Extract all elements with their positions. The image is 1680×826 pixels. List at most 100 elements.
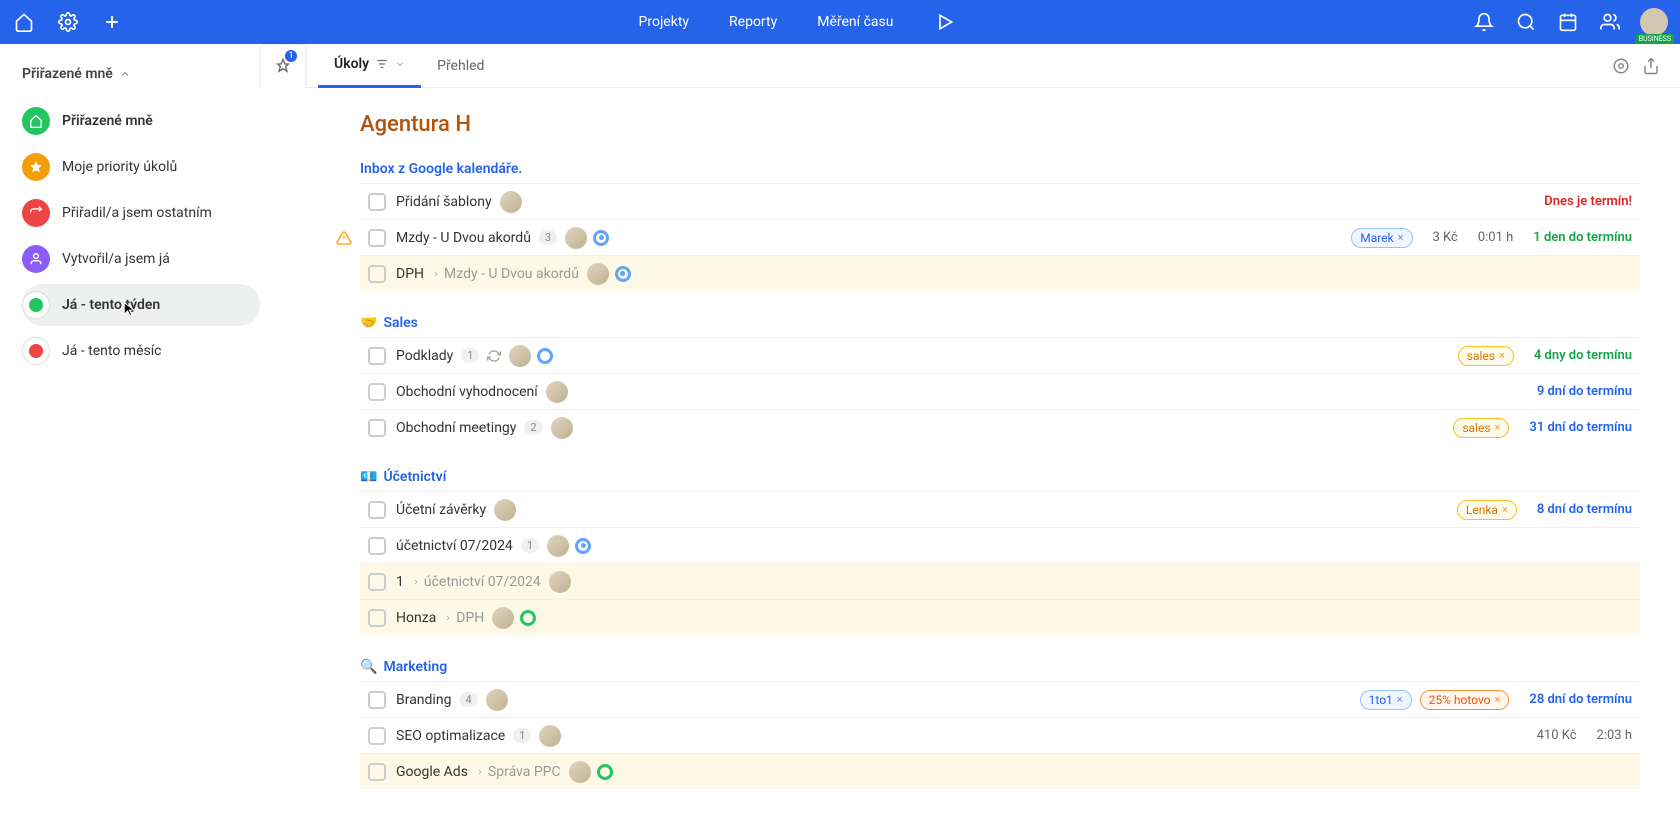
- task-checkbox[interactable]: [368, 347, 386, 365]
- assignee-avatar[interactable]: [494, 499, 516, 521]
- play-icon[interactable]: [933, 10, 957, 34]
- task-row[interactable]: 1účetnictví 07/2024: [360, 563, 1640, 599]
- assignee-avatar[interactable]: [546, 381, 568, 403]
- nav-projekty[interactable]: Projekty: [639, 14, 690, 30]
- sidebar-item-priorities[interactable]: Moje priority úkolů: [22, 146, 260, 188]
- user-avatar[interactable]: BUSINESS: [1640, 8, 1668, 36]
- tag[interactable]: sales×: [1458, 346, 1514, 366]
- task-checkbox[interactable]: [368, 573, 386, 591]
- section-header[interactable]: 🤝Sales: [360, 315, 1640, 331]
- tag[interactable]: 1to1×: [1360, 690, 1412, 710]
- task-checkbox[interactable]: [368, 501, 386, 519]
- assignee-avatar[interactable]: [547, 535, 569, 557]
- task-checkbox[interactable]: [368, 193, 386, 211]
- assignee-avatar[interactable]: [551, 417, 573, 439]
- sidebar-item-delegated[interactable]: Přiřadil/a jsem ostatním: [22, 192, 260, 234]
- task-checkbox[interactable]: [368, 727, 386, 745]
- assignee-avatar[interactable]: [500, 191, 522, 213]
- task-row[interactable]: Podklady 1 sales× 4 dny do termínu: [360, 337, 1640, 373]
- search-icon[interactable]: [1514, 10, 1538, 34]
- task-name: Obchodní vyhodnocení: [396, 384, 538, 400]
- gear-icon[interactable]: [56, 10, 80, 34]
- assignee-avatar[interactable]: [509, 345, 531, 367]
- calendar-icon[interactable]: [1556, 10, 1580, 34]
- task-row[interactable]: Mzdy - U Dvou akordů3Marek×3 Kč0:01 h1 d…: [360, 219, 1640, 255]
- pin-tab[interactable]: 1: [260, 44, 306, 88]
- task-due: 4 dny do termínu: [1534, 348, 1632, 363]
- sidebar-item-assigned[interactable]: Přiřazené mně: [22, 100, 260, 142]
- task-row[interactable]: HonzaDPH: [360, 599, 1640, 635]
- task-row[interactable]: Účetní závěrkyLenka×8 dní do termínu: [360, 491, 1640, 527]
- assignee-avatar[interactable]: [539, 725, 561, 747]
- sidebar-item-label: Já - tento měsíc: [62, 343, 162, 359]
- task-name: Podklady: [396, 348, 453, 364]
- assignee-avatar[interactable]: [492, 607, 514, 629]
- task-row[interactable]: Obchodní meetingy2sales×31 dní do termín…: [360, 409, 1640, 445]
- tab-ukoly[interactable]: Úkoly: [318, 44, 421, 88]
- subtask-count: 3: [539, 230, 557, 245]
- sidebar-item-label: Já - tento týden: [62, 297, 160, 313]
- assignee-avatar[interactable]: [565, 227, 587, 249]
- task-checkbox[interactable]: [368, 691, 386, 709]
- task-checkbox[interactable]: [368, 229, 386, 247]
- users-icon[interactable]: [1598, 10, 1622, 34]
- tag[interactable]: Marek×: [1351, 228, 1412, 248]
- task-name: Honza: [396, 610, 436, 626]
- sidebar-item-month[interactable]: Já - tento měsíc: [22, 330, 260, 372]
- task-row[interactable]: Branding41to1×25% hotovo×28 dní do termí…: [360, 681, 1640, 717]
- bell-icon[interactable]: [1472, 10, 1496, 34]
- section-header[interactable]: 💶Účetnictví: [360, 469, 1640, 485]
- task-breadcrumb: Mzdy - U Dvou akordů: [432, 266, 579, 282]
- status-ring-dot-icon: [575, 538, 591, 554]
- task-row[interactable]: Google AdsSpráva PPC: [360, 753, 1640, 789]
- home-icon[interactable]: [12, 10, 36, 34]
- task-row[interactable]: DPHMzdy - U Dvou akordů: [360, 255, 1640, 291]
- tag[interactable]: 25% hotovo×: [1420, 690, 1510, 710]
- chevron-down-icon: [395, 59, 405, 69]
- task-checkbox[interactable]: [368, 609, 386, 627]
- assignee-avatar[interactable]: [549, 571, 571, 593]
- task-list: Agentura H Inbox z Google kalendáře.Přid…: [260, 88, 1680, 826]
- task-name: Google Ads: [396, 764, 468, 780]
- sidebar-item-created[interactable]: Vytvořil/a jsem já: [22, 238, 260, 280]
- sidebar-header[interactable]: Přiřazené mně: [22, 66, 260, 82]
- status-ring-icon: [597, 764, 613, 780]
- task-checkbox[interactable]: [368, 537, 386, 555]
- tag-close-icon[interactable]: ×: [1502, 503, 1508, 516]
- nav-mereni[interactable]: Měření času: [817, 14, 893, 30]
- tag[interactable]: Lenka×: [1457, 500, 1517, 520]
- task-checkbox[interactable]: [368, 419, 386, 437]
- subtask-count: 1: [513, 728, 531, 743]
- chevron-up-icon: [119, 68, 131, 80]
- section-header[interactable]: Inbox z Google kalendáře.: [360, 161, 1640, 177]
- tab-prehled[interactable]: Přehled: [421, 44, 500, 88]
- tag-close-icon[interactable]: ×: [1499, 349, 1505, 362]
- task-checkbox[interactable]: [368, 763, 386, 781]
- task-row[interactable]: Obchodní vyhodnocení9 dní do termínu: [360, 373, 1640, 409]
- task-time: 0:01 h: [1478, 230, 1513, 245]
- settings-icon[interactable]: [1612, 57, 1630, 75]
- assignee-avatar[interactable]: [587, 263, 609, 285]
- task-checkbox[interactable]: [368, 383, 386, 401]
- sidebar-item-week[interactable]: Já - tento týden: [22, 284, 260, 326]
- task-row[interactable]: Přidání šablonyDnes je termín!: [360, 183, 1640, 219]
- task-row[interactable]: SEO optimalizace1410 Kč2:03 h: [360, 717, 1640, 753]
- share-icon[interactable]: [1642, 57, 1660, 75]
- task-checkbox[interactable]: [368, 265, 386, 283]
- task-cost: 3 Kč: [1433, 230, 1458, 245]
- tag-close-icon[interactable]: ×: [1398, 231, 1404, 244]
- task-row[interactable]: účetnictví 07/20241: [360, 527, 1640, 563]
- assignee-avatar[interactable]: [569, 761, 591, 783]
- content: 1 Úkoly Přehled Agentura H Inbox z Googl…: [260, 44, 1680, 826]
- tag-close-icon[interactable]: ×: [1397, 693, 1403, 706]
- tag[interactable]: sales×: [1453, 418, 1509, 438]
- task-name: SEO optimalizace: [396, 728, 505, 744]
- section-header[interactable]: 🔍Marketing: [360, 659, 1640, 675]
- task-name: Branding: [396, 692, 451, 708]
- tag-close-icon[interactable]: ×: [1495, 693, 1501, 706]
- subtask-count: 1: [461, 348, 479, 363]
- nav-reporty[interactable]: Reporty: [729, 14, 777, 30]
- tag-close-icon[interactable]: ×: [1495, 421, 1501, 434]
- plus-icon[interactable]: [100, 10, 124, 34]
- assignee-avatar[interactable]: [486, 689, 508, 711]
